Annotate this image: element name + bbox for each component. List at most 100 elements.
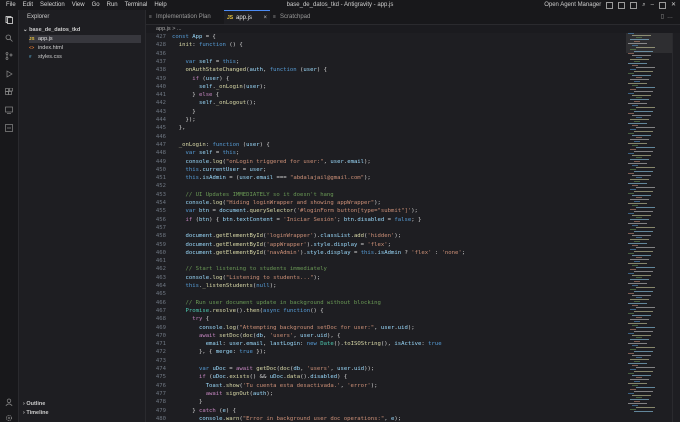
editor-scrollbar[interactable] bbox=[672, 33, 680, 422]
code-line[interactable]: 428 init: function () { bbox=[146, 41, 626, 49]
code-line[interactable]: 459 document.getElementById('appWrapper'… bbox=[146, 241, 626, 249]
code-line[interactable]: 448 var self = this; bbox=[146, 149, 626, 157]
close-window-icon[interactable]: ✕ bbox=[671, 0, 676, 10]
code-line[interactable]: 471 email: user.email, lastLogin: new Da… bbox=[146, 340, 626, 348]
code-text: this.currentUser = user; bbox=[185, 166, 267, 173]
code-line[interactable]: 427 const App = { bbox=[146, 33, 626, 41]
layout-icon[interactable] bbox=[630, 1, 638, 9]
code-line[interactable]: 475 if (uDoc.exists() && uDoc.data().dis… bbox=[146, 373, 626, 381]
manage-gear-icon[interactable] bbox=[5, 414, 13, 422]
run-debug-icon[interactable] bbox=[5, 70, 13, 78]
code-line[interactable]: 463 console.log("Listening to students..… bbox=[146, 274, 626, 282]
code-line[interactable]: 453 // UI Updates IMMEDIATELY so it does… bbox=[146, 191, 626, 199]
minimap-line bbox=[628, 173, 634, 174]
code-text: if (btn) { btn.textContent = 'Iniciar Se… bbox=[185, 216, 422, 223]
code-line[interactable]: 450 this.currentUser = user; bbox=[146, 166, 626, 174]
source-control-icon[interactable] bbox=[5, 52, 13, 60]
panel-toggle-icon[interactable] bbox=[618, 1, 626, 9]
code-line[interactable]: 468 try { bbox=[146, 315, 626, 323]
code-line[interactable]: 465 bbox=[146, 290, 626, 298]
code-line[interactable]: 461 bbox=[146, 257, 626, 265]
more-actions-icon[interactable]: … bbox=[667, 14, 676, 20]
minimap-line bbox=[628, 193, 634, 194]
code-line[interactable]: 456 if (btn) { btn.textContent = 'Inicia… bbox=[146, 216, 626, 224]
search-icon[interactable] bbox=[5, 34, 13, 42]
minimap-line bbox=[636, 267, 655, 268]
code-line[interactable]: 454 console.log("Hiding loginWrapper and… bbox=[146, 199, 626, 207]
code-line[interactable]: 457 bbox=[146, 224, 626, 232]
code-line[interactable]: 447 _onLogin: function (user) { bbox=[146, 141, 626, 149]
minimap-line bbox=[628, 253, 634, 254]
code-line[interactable]: 474 var uDoc = await getDoc(doc(db, 'use… bbox=[146, 365, 626, 373]
outline-section[interactable]: › Outline bbox=[23, 401, 45, 407]
explorer-file-styles-css[interactable]: # styles.css bbox=[29, 53, 141, 61]
code-line[interactable]: 438 onAuthStateChanged(auth, function (u… bbox=[146, 66, 626, 74]
minimize-icon[interactable]: – bbox=[651, 0, 654, 10]
files-icon[interactable] bbox=[5, 16, 13, 24]
account-icon[interactable] bbox=[5, 398, 13, 406]
code-line[interactable]: 464 this._listenStudents(null); bbox=[146, 282, 626, 290]
code-line[interactable]: 478 } bbox=[146, 398, 626, 406]
timeline-section[interactable]: › Timeline bbox=[23, 410, 49, 416]
tab-implementation-plan[interactable]: ≡ Implementation Plan bbox=[146, 10, 224, 24]
minimap-line bbox=[630, 79, 649, 80]
explorer-file-index-html[interactable]: <> index.html bbox=[29, 44, 141, 52]
code-line[interactable]: 439 if (user) { bbox=[146, 75, 626, 83]
agent-manager-button[interactable]: Open Agent Manager bbox=[544, 0, 601, 10]
code-line[interactable]: 443 } bbox=[146, 108, 626, 116]
explorer-file-app-js[interactable]: JS app.js bbox=[29, 35, 141, 43]
minimap-line bbox=[636, 67, 655, 68]
code-line[interactable]: 442 self._onLogout(); bbox=[146, 99, 626, 107]
code-line[interactable]: 444 }); bbox=[146, 116, 626, 124]
tab-scratchpad[interactable]: ≡ Scratchpad bbox=[270, 10, 330, 24]
minimap-line bbox=[634, 221, 640, 222]
line-number: 462 bbox=[155, 266, 166, 273]
tab-app-js[interactable]: JS app.js × bbox=[224, 10, 270, 24]
code-line[interactable]: 469 console.log("Attempting background s… bbox=[146, 324, 626, 332]
code-line[interactable]: 472 }, { merge: true }); bbox=[146, 348, 626, 356]
explorer-root-folder[interactable]: ⌄ base_de_datos_tkd bbox=[23, 27, 80, 33]
minimap-line bbox=[636, 327, 655, 328]
minimap-line bbox=[632, 325, 638, 326]
breadcrumb[interactable]: app.js > ... bbox=[146, 25, 626, 33]
code-line[interactable]: 473 bbox=[146, 357, 626, 365]
code-line[interactable]: 466 // Run user document update in backg… bbox=[146, 299, 626, 307]
code-line[interactable]: 446 bbox=[146, 133, 626, 141]
code-line[interactable]: 441 } else { bbox=[146, 91, 626, 99]
minimap-line bbox=[628, 313, 634, 314]
code-line[interactable]: 460 document.getElementById('navAdmin').… bbox=[146, 249, 626, 257]
code-line[interactable]: 479 } catch (e) { bbox=[146, 407, 626, 415]
code-line[interactable]: 476 Toast.show('Tu cuenta esta desactiva… bbox=[146, 382, 626, 390]
code-editor[interactable]: 427 const App = {428 init: function () {4… bbox=[146, 33, 626, 422]
code-line[interactable]: 445 }, bbox=[146, 124, 626, 132]
minimap-line bbox=[630, 149, 636, 150]
line-number: 449 bbox=[155, 158, 166, 165]
close-icon[interactable]: × bbox=[263, 11, 267, 25]
minimap[interactable] bbox=[626, 33, 672, 422]
gear-icon[interactable] bbox=[606, 1, 614, 9]
code-line[interactable]: 467 Promise.resolve().then(async functio… bbox=[146, 307, 626, 315]
code-text: } else { bbox=[172, 92, 220, 99]
code-text: if (user) { bbox=[192, 75, 230, 82]
agent-icon[interactable] bbox=[5, 124, 13, 132]
maximize-icon[interactable] bbox=[658, 1, 666, 9]
search-icon[interactable]: ⌕ bbox=[642, 0, 645, 10]
code-line[interactable]: 455 var btn = document.querySelector('#l… bbox=[146, 207, 626, 215]
remote-explorer-icon[interactable] bbox=[5, 106, 13, 114]
code-line[interactable]: 480 console.warn("Error in background us… bbox=[146, 415, 626, 422]
code-line[interactable]: 477 await signOut(auth); bbox=[146, 390, 626, 398]
line-number: 464 bbox=[155, 283, 166, 289]
minimap-line bbox=[634, 321, 640, 322]
code-line[interactable]: 470 await setDoc(doc(db, 'users', user.u… bbox=[146, 332, 626, 340]
code-line[interactable]: 458 document.getElementById('loginWrappe… bbox=[146, 232, 626, 240]
code-line[interactable]: 451 this.isAdmin = (user.email === "abda… bbox=[146, 174, 626, 182]
code-line[interactable]: 462 // Start listening to students immed… bbox=[146, 265, 626, 273]
minimap-line bbox=[634, 411, 653, 412]
extensions-icon[interactable] bbox=[5, 88, 13, 96]
code-line[interactable]: 449 console.log("onLogin triggered for u… bbox=[146, 158, 626, 166]
code-line[interactable]: 440 self._onLogin(user); bbox=[146, 83, 626, 91]
code-line[interactable]: 437 var self = this; bbox=[146, 58, 626, 66]
code-text: var self = this; bbox=[185, 58, 240, 65]
code-line[interactable]: 452 bbox=[146, 182, 626, 190]
code-line[interactable]: 436 bbox=[146, 50, 626, 58]
